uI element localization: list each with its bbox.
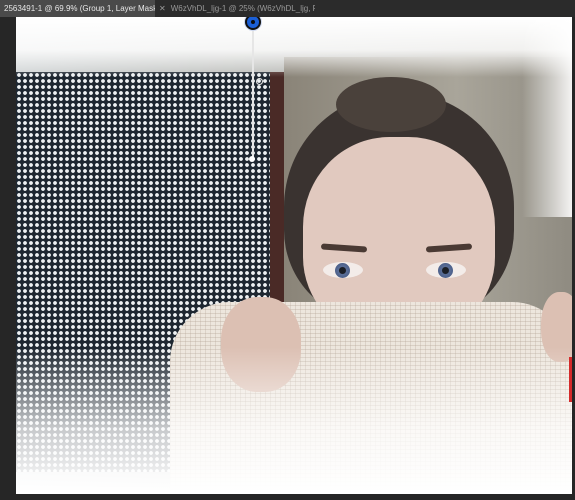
gradient-midpoint-handle[interactable] (256, 78, 263, 85)
edge-marker (569, 357, 572, 402)
workspace-bottom-edge (0, 494, 575, 500)
workspace-left-edge (0, 17, 16, 500)
document-tab-bar: 2563491-1 @ 69.9% (Group 1, Layer Mask/8… (0, 0, 575, 18)
gradient-end-handle[interactable] (249, 156, 255, 162)
mask-fade-right (522, 17, 572, 217)
gradient-guide-line[interactable] (252, 20, 254, 160)
right-iris (438, 263, 453, 278)
hair-bun (336, 77, 446, 132)
grid-panel-frame (270, 72, 284, 322)
mask-fade-bottom (16, 347, 572, 494)
tab-inactive-document[interactable]: ✕ W6zVhDL_ljg-1 @ 25% (W6zVhDL_ljg, RGB/… (155, 0, 315, 17)
document-canvas[interactable] (16, 17, 572, 494)
tab-active-label: 2563491-1 @ 69.9% (Group 1, Layer Mask/8… (4, 4, 155, 13)
mask-fade-top (16, 17, 572, 77)
right-eye (426, 262, 466, 278)
left-eye (323, 262, 363, 278)
tab-inactive-label: W6zVhDL_ljg-1 @ 25% (W6zVhDL_ljg, RGB/8)… (170, 4, 315, 13)
tab-active-document[interactable]: 2563491-1 @ 69.9% (Group 1, Layer Mask/8… (0, 0, 155, 17)
close-icon[interactable]: ✕ (159, 4, 166, 13)
left-iris (335, 263, 350, 278)
